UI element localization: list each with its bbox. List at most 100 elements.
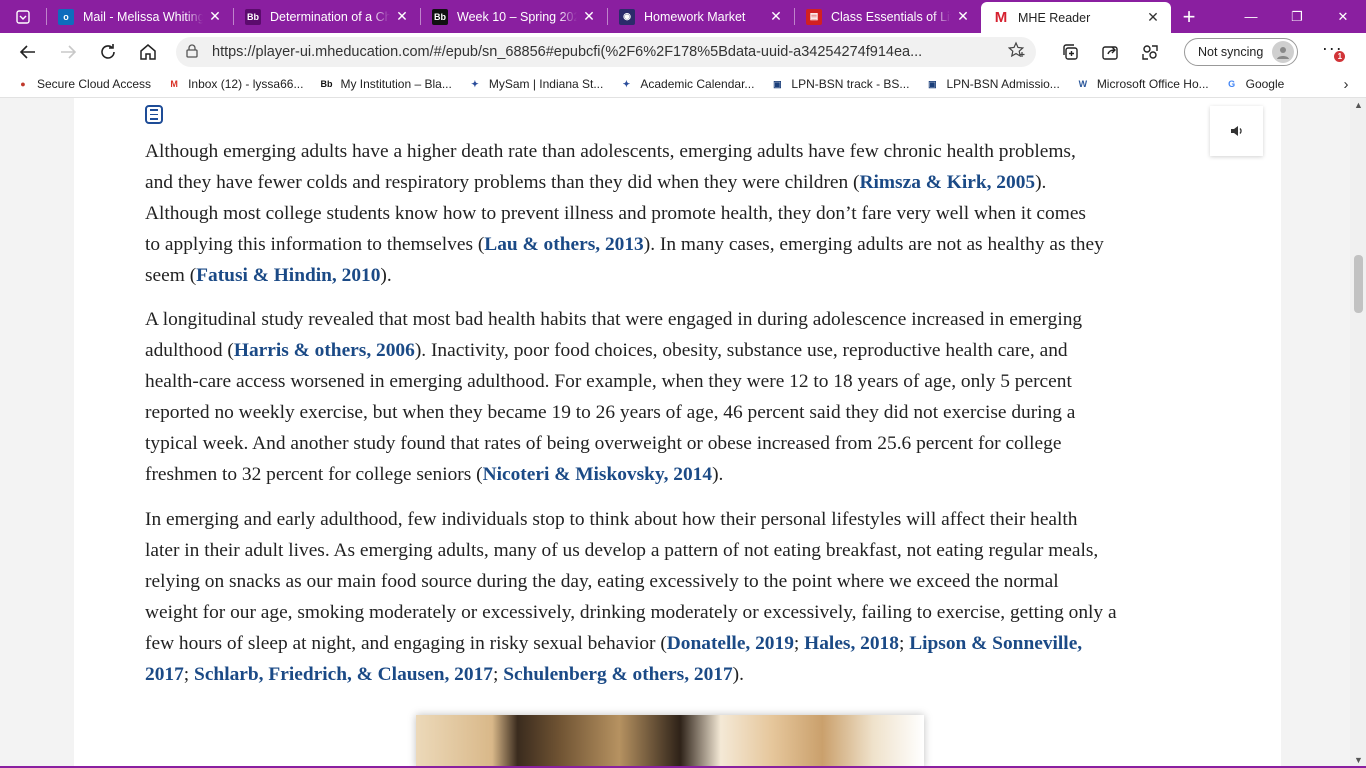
citation-link[interactable]: Hales, 2018 <box>804 633 899 654</box>
favorite-label: My Institution – Bla... <box>340 77 452 91</box>
restore-button[interactable]: ❐ <box>1274 0 1320 33</box>
scrollbar-thumb[interactable] <box>1354 255 1363 313</box>
vertical-scrollbar[interactable]: ▲ ▼ <box>1350 98 1366 768</box>
text-line: to applying this information to themselv… <box>145 229 1210 260</box>
close-tab-icon[interactable]: ✕ <box>581 8 597 25</box>
citation-link[interactable]: Harris & others, 2006 <box>234 340 415 361</box>
back-button[interactable] <box>8 33 48 71</box>
close-tab-icon[interactable]: ✕ <box>955 8 971 25</box>
favorite-label: Academic Calendar... <box>640 77 755 91</box>
citation-link[interactable]: Lau & others, 2013 <box>484 234 643 255</box>
star-bookmark-icon: ✦ <box>471 78 479 89</box>
browser-tab[interactable]: ◉ Homework Market ✕ <box>607 0 794 33</box>
more-favorites-chevron-icon[interactable]: › <box>1326 76 1366 93</box>
citation-link[interactable]: Nicoteri & Miskovsky, 2014 <box>483 464 712 485</box>
favorite-item[interactable]: Bb My Institution – Bla... <box>311 77 459 91</box>
favorite-item[interactable]: G Google <box>1217 77 1293 91</box>
citation-link[interactable]: Rimsza & Kirk, 2005 <box>860 172 1036 193</box>
close-tab-icon[interactable]: ✕ <box>394 8 410 25</box>
close-tab-icon[interactable]: ✕ <box>768 8 784 25</box>
close-tab-icon[interactable]: ✕ <box>207 8 223 25</box>
speaker-icon <box>1230 126 1242 136</box>
tab-title: Class Essentials of Life <box>831 9 951 24</box>
scroll-up-arrow-icon[interactable]: ▲ <box>1354 100 1363 110</box>
browser-tab[interactable]: Bb Week 10 – Spring 202 ✕ <box>420 0 607 33</box>
browser-tab[interactable]: M MHE Reader ✕ <box>981 2 1171 33</box>
tab-separator <box>46 8 47 25</box>
favorite-item[interactable]: W Microsoft Office Ho... <box>1068 77 1217 91</box>
text-run: Although most college students know how … <box>145 203 1086 224</box>
browser-tab[interactable]: ▤ Class Essentials of Life ✕ <box>794 0 981 33</box>
home-button[interactable] <box>128 33 168 71</box>
citation-link[interactable]: Schlarb, Friedrich, & Clausen, 2017 <box>194 664 493 685</box>
text-run: adulthood ( <box>145 340 234 361</box>
lock-icon[interactable] <box>186 43 198 61</box>
figure-photo <box>416 715 924 768</box>
forward-button[interactable] <box>48 33 88 71</box>
citation-link[interactable]: 2017 <box>145 664 184 685</box>
address-toolbar: https://player-ui.mheducation.com/#/epub… <box>0 33 1366 71</box>
tab-title: MHE Reader <box>1018 10 1091 25</box>
notes-icon[interactable] <box>145 105 163 124</box>
citation-link[interactable]: Fatusi & Hindin, 2010 <box>196 265 380 286</box>
window-controls: — ❐ ✕ <box>1228 0 1366 33</box>
text-run: relying on snacks as our main food sourc… <box>145 571 1059 592</box>
reader-page: Although emerging adults have a higher d… <box>74 98 1281 768</box>
extensions-icon[interactable] <box>1130 33 1170 71</box>
text-run: and they have fewer colds and respirator… <box>145 172 860 193</box>
minimize-button[interactable]: — <box>1228 0 1274 33</box>
text-run: ; <box>898 633 910 654</box>
add-favorite-icon[interactable] <box>1007 41 1026 63</box>
mhe-icon: M <box>994 9 1008 26</box>
favorite-item[interactable]: ✦ MySam | Indiana St... <box>460 77 612 91</box>
tab-separator <box>233 8 234 25</box>
text-line: seem (Fatusi & Hindin, 2010). <box>145 260 1210 291</box>
text-run: typical week. And another study found th… <box>145 433 1062 454</box>
sync-label: Not syncing <box>1198 45 1264 59</box>
scroll-down-arrow-icon[interactable]: ▼ <box>1354 755 1363 765</box>
citation-link[interactable]: Donatelle, 2019 <box>667 633 794 654</box>
tab-title: Homework Market <box>644 9 746 24</box>
text-line: health-care access worsened in emerging … <box>145 366 1210 397</box>
text-run: ). In many cases, emerging adults are no… <box>643 234 1104 255</box>
page-bookmark-icon: ▣ <box>928 78 937 89</box>
favorite-item[interactable]: ● Secure Cloud Access <box>8 77 159 91</box>
collections-icon[interactable] <box>1050 33 1090 71</box>
share-icon[interactable] <box>1090 33 1130 71</box>
url-text[interactable]: https://player-ui.mheducation.com/#/epub… <box>212 44 998 60</box>
audio-button[interactable] <box>1210 106 1263 156</box>
tab-actions-icon[interactable] <box>0 0 46 33</box>
favorite-item[interactable]: ▣ LPN-BSN track - BS... <box>762 77 917 91</box>
settings-menu-button[interactable]: ··· 1 <box>1312 33 1352 71</box>
text-run: to applying this information to themselv… <box>145 234 485 255</box>
paragraph: In emerging and early adulthood, few ind… <box>145 504 1210 690</box>
tab-title: Mail - Melissa Whiting <box>83 9 203 24</box>
refresh-button[interactable] <box>88 33 128 71</box>
favorite-item[interactable]: ▣ LPN-BSN Admissio... <box>917 77 1067 91</box>
close-window-button[interactable]: ✕ <box>1320 0 1366 33</box>
new-tab-button[interactable]: + <box>1171 4 1207 30</box>
profile-sync-button[interactable]: Not syncing <box>1184 38 1299 66</box>
favorite-item[interactable]: ✦ Academic Calendar... <box>611 77 762 91</box>
tab-title: Determination of a Ch <box>270 9 390 24</box>
text-run: ; <box>183 664 195 685</box>
citation-link[interactable]: Lipson & Sonneville, <box>909 633 1082 654</box>
close-tab-icon[interactable]: ✕ <box>1145 9 1161 26</box>
cloud-access-icon: ● <box>20 79 26 89</box>
text-line: reported no weekly exercise, but when th… <box>145 397 1210 428</box>
text-line: Although emerging adults have a higher d… <box>145 136 1210 167</box>
address-bar[interactable]: https://player-ui.mheducation.com/#/epub… <box>176 37 1036 67</box>
blackboard-icon: Bb <box>432 8 448 25</box>
text-run: reported no weekly exercise, but when th… <box>145 402 1076 423</box>
text-line: relying on snacks as our main food sourc… <box>145 566 1210 597</box>
blackboard-icon: Bb <box>320 79 333 89</box>
citation-link[interactable]: Schulenberg & others, 2017 <box>503 664 732 685</box>
browser-tab[interactable]: Bb Determination of a Ch ✕ <box>233 0 420 33</box>
page-bookmark-icon: ▣ <box>773 78 782 89</box>
browser-tab[interactable]: o Mail - Melissa Whiting ✕ <box>46 0 233 33</box>
text-run: later in their adult lives. As emerging … <box>145 540 1099 561</box>
text-run: A longitudinal study revealed that most … <box>145 309 1083 330</box>
gmail-icon: M <box>170 79 178 89</box>
favorite-item[interactable]: M Inbox (12) - lyssa66... <box>159 77 311 91</box>
favorite-label: Inbox (12) - lyssa66... <box>188 77 304 91</box>
